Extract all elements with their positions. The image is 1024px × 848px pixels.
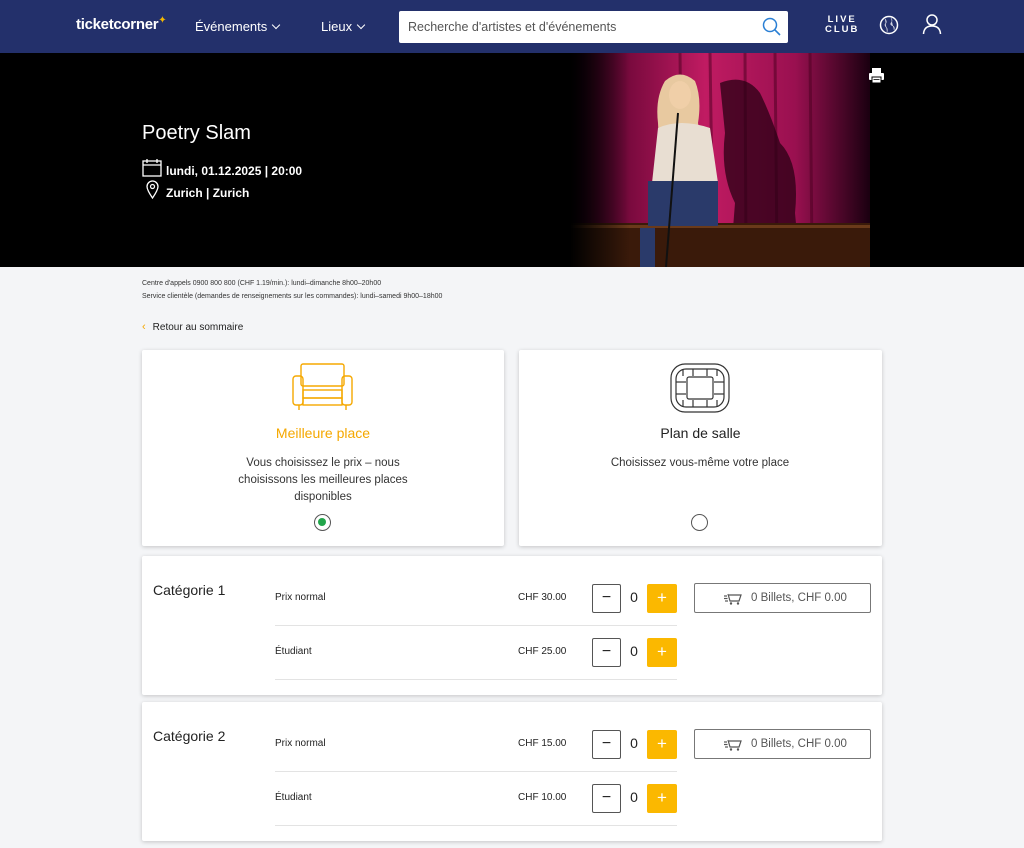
event-hero-image	[570, 53, 870, 267]
option-seat-map-radio[interactable]	[691, 514, 708, 531]
option-best-seat-radio[interactable]	[314, 514, 331, 531]
cart-summary-label: 0 Billets, CHF 0.00	[751, 738, 847, 750]
decrease-quantity-button[interactable]: −	[592, 584, 621, 613]
event-title: Poetry Slam	[142, 122, 251, 144]
option-seat-map-title: Plan de salle	[660, 425, 741, 441]
customer-service-info: Service clientèle (demandes de renseigne…	[142, 293, 443, 300]
ticketcorner-logo[interactable]: ticketcorner✦	[76, 15, 167, 33]
quantity-value: 0	[630, 735, 638, 751]
search-icon[interactable]	[762, 17, 782, 37]
price-type-label: Prix normal	[275, 592, 326, 603]
price-value: CHF 10.00	[518, 792, 567, 803]
price-row: Prix normal CHF 30.00 − 0 +	[275, 572, 677, 626]
add-to-cart-button[interactable]: 0 Billets, CHF 0.00	[694, 583, 871, 613]
decrease-quantity-button[interactable]: −	[592, 784, 621, 813]
increase-quantity-button[interactable]: +	[647, 784, 677, 813]
live-club-line2: CLUB	[825, 24, 860, 35]
price-value: CHF 30.00	[518, 592, 567, 603]
category-2-title: Catégorie 2	[153, 728, 226, 744]
option-best-seat-card[interactable]: Meilleure place Vous choisissez le prix …	[142, 350, 504, 546]
price-value: CHF 25.00	[518, 646, 567, 657]
category-1-title: Catégorie 1	[153, 582, 226, 598]
price-type-label: Prix normal	[275, 738, 326, 749]
logo-text: ticketcorner	[76, 16, 159, 33]
call-center-info: Centre d'appels 0900 800 800 (CHF 1.19/m…	[142, 280, 382, 287]
increase-quantity-button[interactable]: +	[647, 730, 677, 759]
nav-events-label: Événements	[195, 19, 268, 34]
decrease-quantity-button[interactable]: −	[592, 730, 621, 759]
live-club-logo[interactable]: LIVE CLUB	[825, 15, 859, 35]
quantity-value: 0	[630, 589, 638, 605]
option-best-seat-title: Meilleure place	[275, 425, 371, 441]
search-bar	[399, 11, 788, 43]
chevron-left-icon: ‹	[142, 321, 146, 333]
back-link-label: Retour au sommaire	[152, 322, 244, 333]
print-icon[interactable]	[868, 67, 885, 84]
nav-events-menu[interactable]: Événements	[195, 19, 281, 34]
price-row: Étudiant CHF 10.00 − 0 +	[275, 772, 677, 826]
top-navigation: ticketcorner✦ Événements Lieux LIVE CLUB	[0, 0, 1024, 53]
price-row: Prix normal CHF 15.00 − 0 +	[275, 718, 677, 772]
event-venue: Zurich | Zurich	[166, 186, 250, 200]
calendar-icon	[142, 159, 162, 177]
logo-star-icon: ✦	[158, 15, 167, 26]
cart-summary-label: 0 Billets, CHF 0.00	[751, 592, 847, 604]
price-type-label: Étudiant	[275, 792, 312, 803]
shopping-cart-icon	[724, 593, 742, 605]
event-hero-banner: Poetry Slam lundi, 01.12.2025 | 20:00 Zu…	[0, 53, 1024, 267]
add-to-cart-button[interactable]: 0 Billets, CHF 0.00	[694, 729, 871, 759]
shopping-cart-icon	[724, 739, 742, 751]
location-pin-icon	[146, 180, 159, 199]
quantity-value: 0	[630, 643, 638, 659]
increase-quantity-button[interactable]: +	[647, 638, 677, 667]
quantity-value: 0	[630, 789, 638, 805]
nav-venues-menu[interactable]: Lieux	[321, 19, 366, 34]
category-1-card: Catégorie 1 Prix normal CHF 30.00 − 0 + …	[142, 556, 882, 695]
chevron-down-icon	[272, 20, 281, 30]
event-date: lundi, 01.12.2025 | 20:00	[166, 164, 303, 178]
category-2-card: Catégorie 2 Prix normal CHF 15.00 − 0 + …	[142, 702, 882, 841]
option-seat-map-card[interactable]: Plan de salle Choisissez vous-même votre…	[519, 350, 882, 546]
price-type-label: Étudiant	[275, 646, 312, 657]
increase-quantity-button[interactable]: +	[647, 584, 677, 613]
back-to-summary-link[interactable]: ‹ Retour au sommaire	[142, 321, 243, 333]
chevron-down-icon	[356, 20, 366, 30]
armchair-icon	[292, 363, 353, 410]
decrease-quantity-button[interactable]: −	[592, 638, 621, 667]
option-best-seat-description: Vous choisissez le prix – nous choisisso…	[238, 457, 408, 503]
option-seat-map-description: Choisissez vous-même votre place	[610, 457, 790, 469]
nav-venues-label: Lieux	[321, 19, 353, 34]
seating-plan-icon	[670, 363, 730, 413]
user-account-icon[interactable]	[922, 13, 942, 35]
price-row: Étudiant CHF 25.00 − 0 +	[275, 626, 677, 680]
globe-icon[interactable]	[879, 15, 899, 35]
search-input[interactable]	[399, 11, 749, 43]
price-value: CHF 15.00	[518, 738, 567, 749]
